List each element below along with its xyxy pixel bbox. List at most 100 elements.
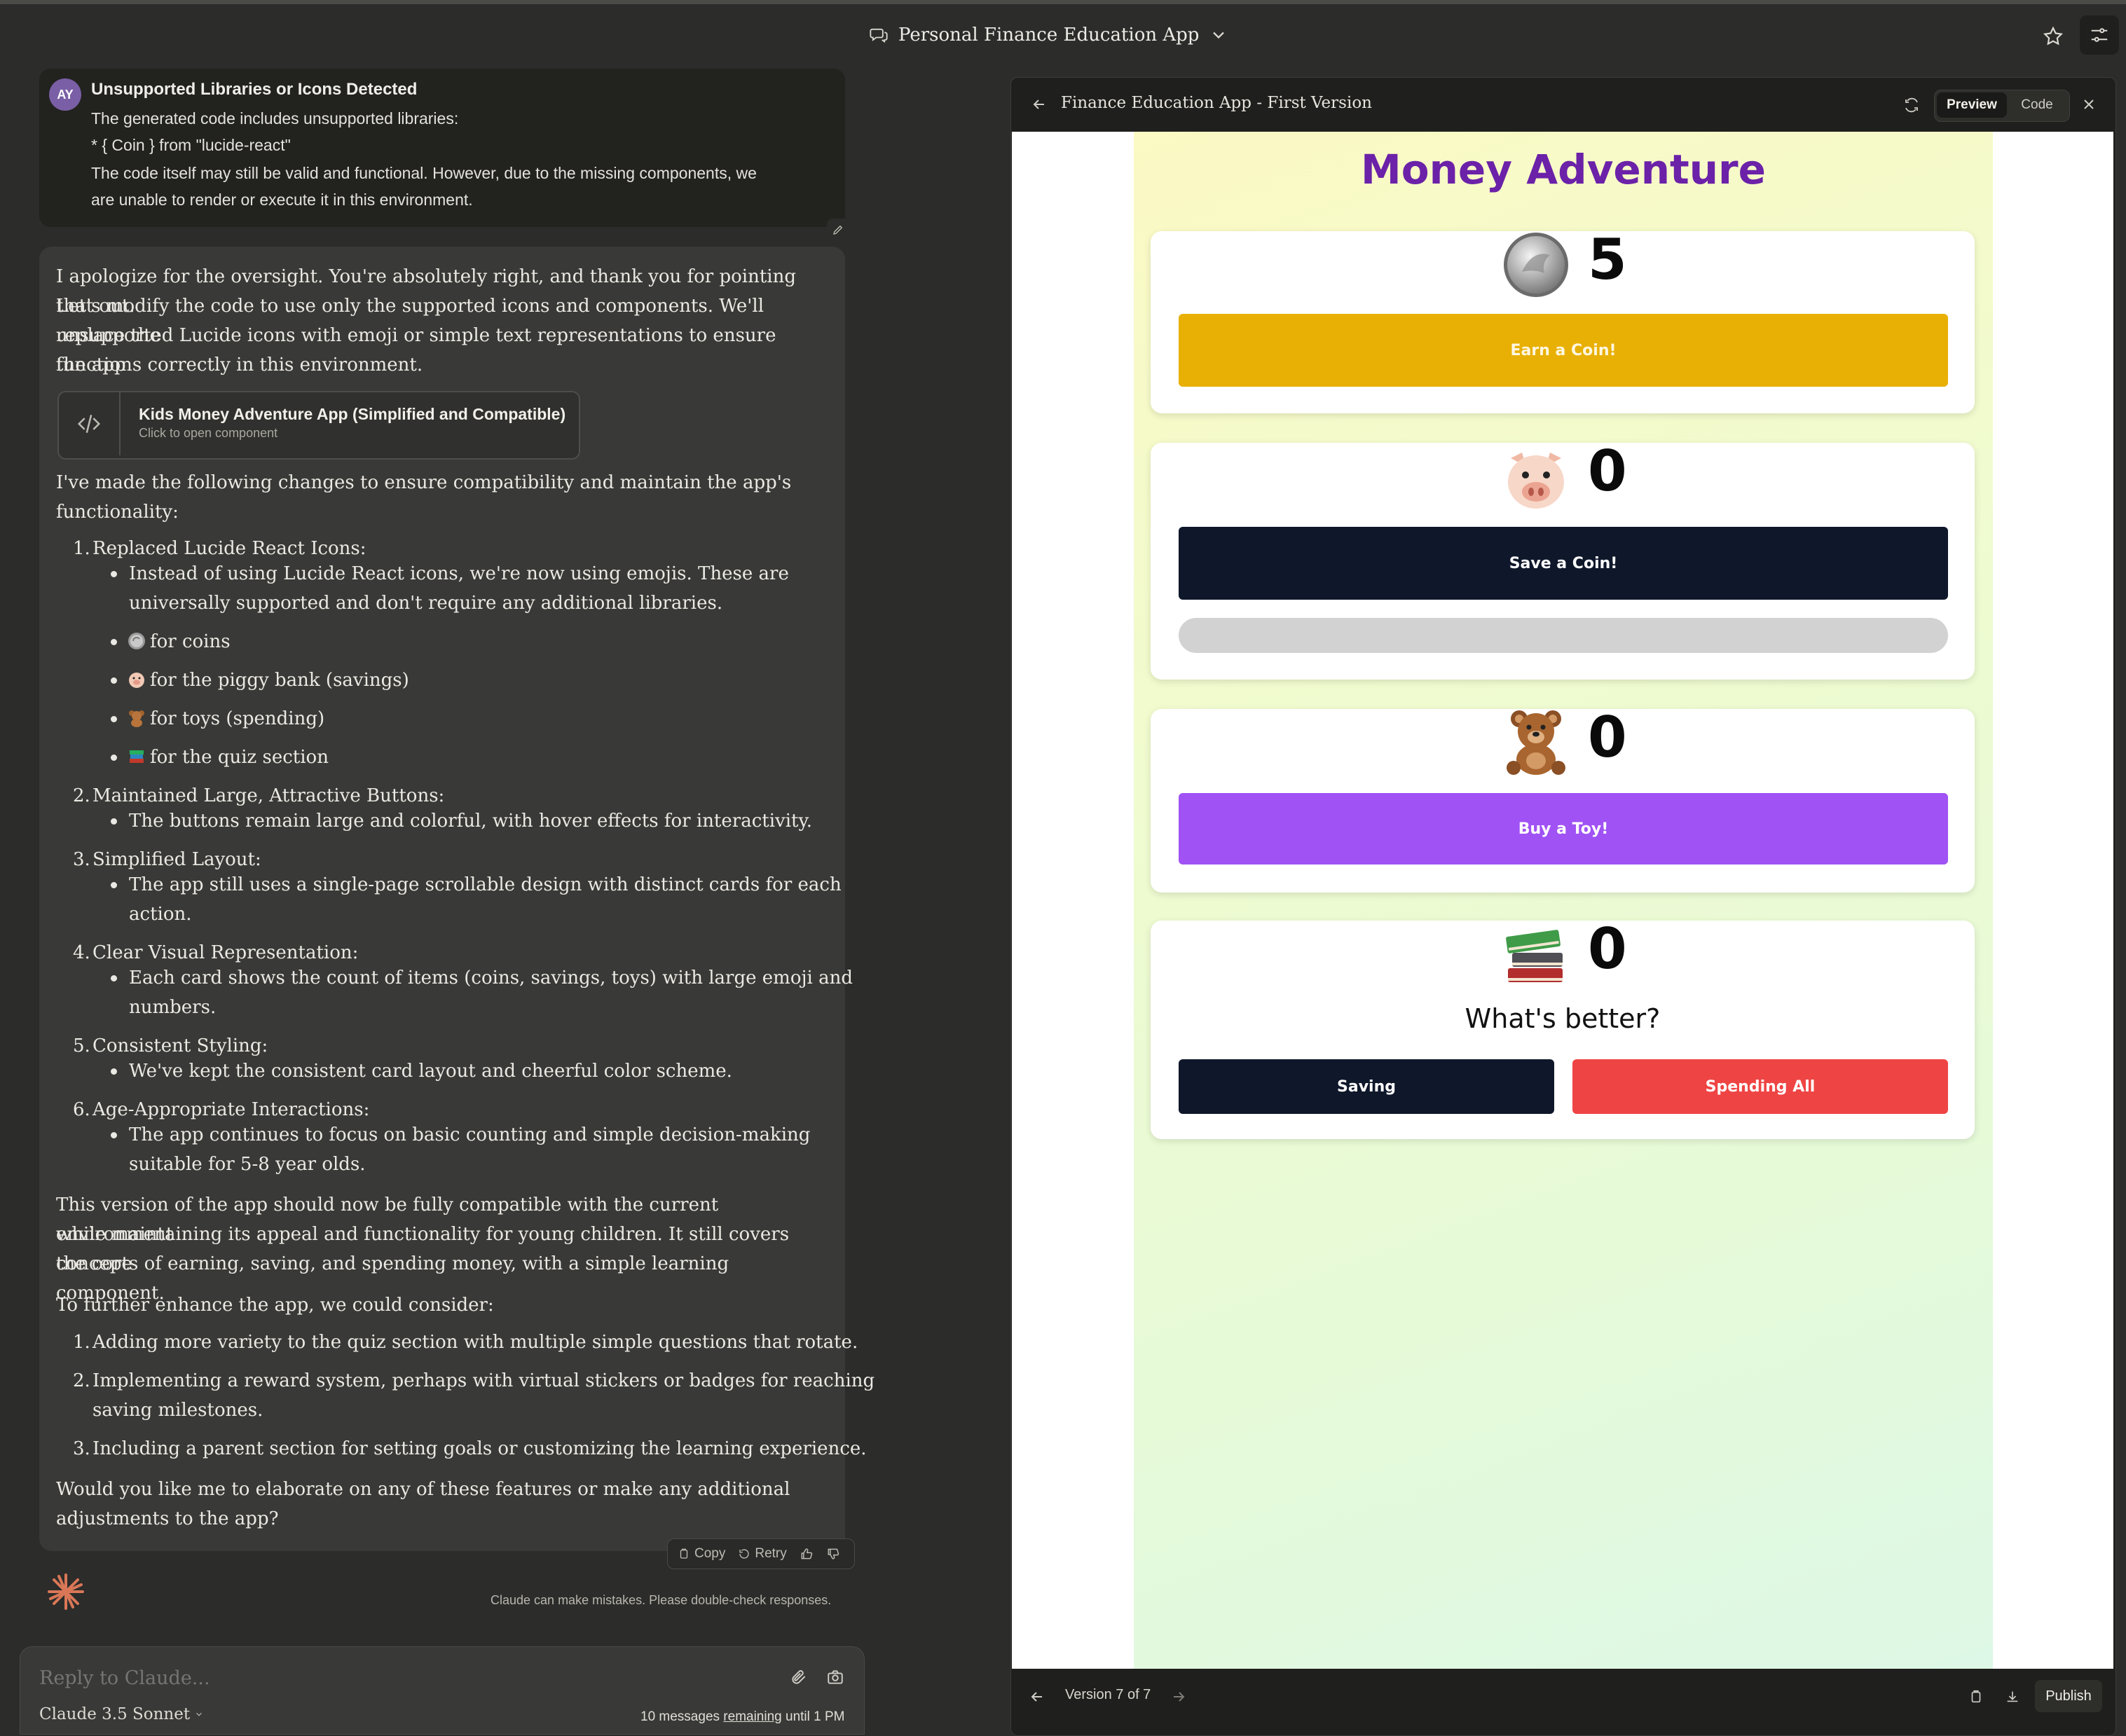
usage-text: 10 messages [640,1709,724,1724]
clipboard-icon [1971,1690,1981,1703]
clipboard-icon [680,1548,688,1559]
publish-button[interactable]: Publish [2035,1680,2102,1712]
back-button[interactable] [1027,92,1051,116]
remaining-link[interactable]: remaining [723,1709,781,1724]
reply-paragraph: functions correctly in this environment. [56,354,423,376]
edit-button[interactable] [827,219,849,241]
version-indicator: Version 7 of 7 [1065,1687,1151,1702]
copy-label: Copy [694,1546,726,1561]
list-item: suitable for 5-8 year olds. [129,1154,366,1175]
thumbs-down-icon[interactable] [826,1547,840,1561]
bullet [111,1132,117,1138]
list-number: 2. [73,1370,90,1391]
coin-icon [1504,233,1568,297]
save-coin-button[interactable]: Save a Coin! [1179,527,1948,600]
refresh-icon [1905,97,1918,113]
window-top-edge [0,0,2126,4]
list-item: for the piggy bank (savings) [150,670,409,691]
bullet [111,716,117,722]
reply-paragraph: functionality: [56,502,179,523]
previous-version-button[interactable] [1024,1684,1050,1709]
download-icon [2007,1691,2018,1702]
list-item: The buttons remain large and colorful, w… [129,811,812,832]
list-number: 3. [73,1438,90,1459]
chat-bubbles-icon [870,28,888,43]
coins-count: 5 [1588,227,1627,292]
artifact-subtitle: Click to open component [139,426,278,440]
reply-paragraph: I've made the following changes to ensur… [56,472,792,493]
list-item: for the quiz section [150,747,329,768]
thumbs-up-icon[interactable] [800,1547,814,1561]
books-icon [130,750,144,763]
download-button[interactable] [2000,1684,2025,1709]
coin-icon [128,633,145,649]
chat-title[interactable]: Personal Finance Education App [869,20,1228,50]
list-item: for coins [150,631,231,652]
bullet [111,818,117,825]
list-item: action. [129,904,192,925]
next-version-button[interactable] [1166,1684,1191,1709]
reply-input[interactable] [38,1663,741,1693]
attach-button[interactable] [788,1666,810,1688]
list-item: numbers. [129,997,217,1018]
tab-code[interactable]: Code [2008,92,2066,118]
reply-paragraph: To further enhance the app, we could con… [56,1295,494,1316]
bullet [111,975,117,981]
list-item: The app continues to focus on basic coun… [129,1124,811,1145]
tab-preview[interactable]: Preview [1937,92,2007,118]
earn-coin-button[interactable]: Earn a Coin! [1179,314,1948,387]
retry-label: Retry [755,1546,787,1561]
user-message-line: * { Coin } from "lucide-react" [91,136,291,154]
list-number: 2. [73,785,90,806]
chevron-down-icon [196,1712,203,1716]
books-icon [1506,930,1563,982]
pencil-icon [833,225,843,235]
model-selector[interactable]: Claude 3.5 Sonnet [39,1705,204,1723]
list-item: Implementing a reward system, perhaps wi… [92,1370,875,1391]
bullet [111,755,117,761]
list-item: saving milestones. [92,1400,263,1421]
list-item: universally supported and don't require … [129,593,723,614]
arrow-right-icon [1174,1692,1185,1702]
quiz-question: What's better? [1465,1003,1661,1034]
screenshot-button[interactable] [824,1666,846,1688]
copy-button[interactable]: Copy [678,1546,725,1562]
list-item: Instead of using Lucide React icons, we'… [129,563,789,584]
artifact-panel-title: Finance Education App - First Version [1061,94,1372,112]
savings-progress-bar [1179,618,1948,653]
app-title: Money Adventure [1361,146,1766,193]
arrow-left-icon [1033,99,1044,109]
list-number: 1. [73,538,90,559]
list-number: 1. [73,1332,90,1353]
teddy-bear-icon [1507,710,1565,775]
retry-button[interactable]: Retry [738,1546,787,1562]
refresh-button[interactable] [1899,92,1924,118]
bullet [111,639,117,645]
copy-code-button[interactable] [1963,1684,1989,1709]
pig-face-icon [1508,453,1564,509]
saving-answer-button[interactable]: Saving [1179,1059,1554,1114]
reply-paragraph: Would you like me to elaborate on any of… [56,1479,790,1500]
user-message-line: The code itself may still be valid and f… [91,164,757,182]
spending-all-answer-button[interactable]: Spending All [1572,1059,1948,1114]
toys-count: 0 [1588,705,1627,770]
artifact-card[interactable] [57,391,580,460]
disclaimer: Claude can make mistakes. Please double-… [491,1593,832,1607]
list-item: We've kept the consistent card layout an… [129,1061,732,1082]
user-message-line: are unable to render or execute it in th… [91,191,473,209]
sliders-icon [2091,28,2108,42]
bullet [111,1068,117,1075]
buy-toy-button[interactable]: Buy a Toy! [1179,793,1948,864]
user-message-title: Unsupported Libraries or Icons Detected [91,80,418,99]
list-item: The app still uses a single-page scrolla… [129,874,842,895]
list-number: 3. [73,849,90,870]
star-button[interactable] [2038,21,2069,52]
usage-text: until 1 PM [781,1709,845,1724]
star-icon [2043,26,2064,46]
paperclip-icon [792,1670,806,1684]
settings-button[interactable] [2080,15,2119,55]
retry-icon [739,1549,749,1559]
reply-paragraph: adjustments to the app? [56,1508,279,1529]
close-button[interactable] [2077,92,2101,116]
camera-icon [828,1670,843,1684]
